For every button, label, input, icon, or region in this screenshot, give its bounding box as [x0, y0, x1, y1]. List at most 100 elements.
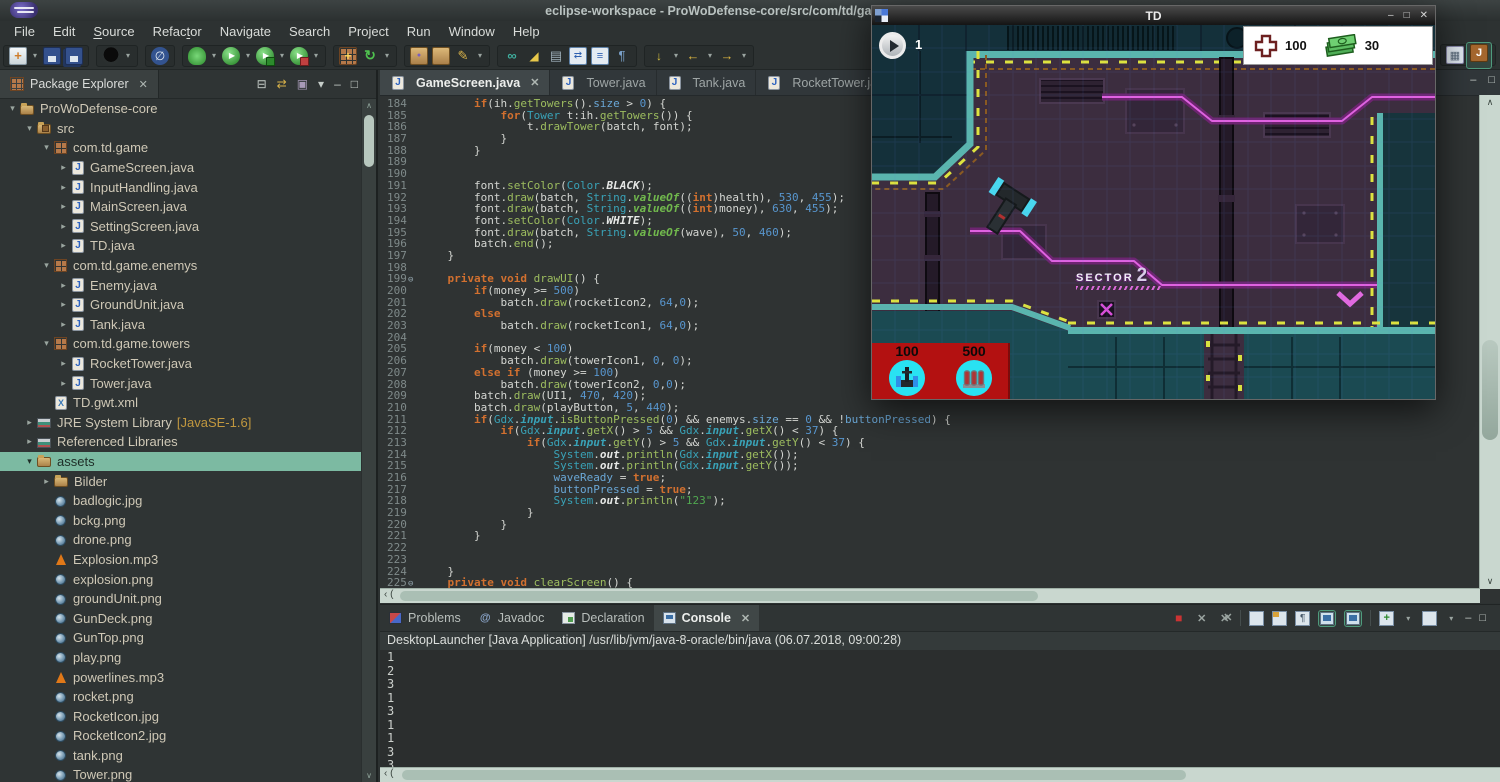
- maximize-icon[interactable]: □: [1479, 612, 1486, 624]
- scrollbar-thumb[interactable]: [364, 115, 374, 167]
- tree-item-assets[interactable]: ▾assets: [0, 452, 362, 472]
- chevron-collapsed-icon[interactable]: ▸: [23, 417, 36, 428]
- chevron-expanded-icon[interactable]: ▾: [40, 338, 53, 349]
- tree-item-rockettower-java[interactable]: ▸RocketTower.java: [0, 354, 362, 374]
- tree-item-tower-png[interactable]: Tower.png: [0, 765, 362, 782]
- tree-item-play-png[interactable]: play.png: [0, 648, 362, 668]
- terminate-button[interactable]: [1171, 611, 1186, 626]
- menu-navigate[interactable]: Navigate: [211, 22, 280, 41]
- chevron-expanded-icon[interactable]: ▾: [40, 260, 53, 271]
- chevron-collapsed-icon[interactable]: ▸: [57, 240, 70, 251]
- scroll-left-icon[interactable]: ‹ (: [384, 768, 393, 779]
- coverage-button[interactable]: [361, 47, 379, 65]
- dropdown-arrow-icon[interactable]: ▾: [31, 51, 39, 60]
- tab-gamescreen-java[interactable]: GameScreen.java✕: [380, 70, 550, 95]
- game-play-button[interactable]: [879, 32, 906, 59]
- tree-item-bckg-png[interactable]: bckg.png: [0, 510, 362, 530]
- word-wrap-button[interactable]: [1295, 611, 1310, 626]
- menu-window[interactable]: Window: [440, 22, 504, 41]
- profile-button[interactable]: [290, 47, 308, 65]
- shop-item-rocket-tower[interactable]: 500: [942, 343, 1006, 399]
- chevron-collapsed-icon[interactable]: ▸: [57, 358, 70, 369]
- tab-package-explorer[interactable]: Package Explorer ✕: [0, 70, 159, 98]
- dropdown-arrow-icon[interactable]: ▾: [278, 51, 286, 60]
- tab-tank-java[interactable]: Tank.java: [657, 70, 757, 95]
- chevron-expanded-icon[interactable]: ▾: [6, 103, 19, 114]
- tree-item-tank-java[interactable]: ▸Tank.java: [0, 315, 362, 335]
- close-icon[interactable]: ✕: [530, 76, 539, 89]
- dropdown-arrow-icon[interactable]: ▾: [740, 51, 748, 60]
- close-icon[interactable]: ✕: [139, 78, 148, 91]
- menu-source[interactable]: Source: [84, 22, 143, 41]
- menu-project[interactable]: Project: [339, 22, 397, 41]
- sidebar-scrollbar[interactable]: ∧ ∨: [361, 99, 376, 782]
- gun-tower-icon[interactable]: [889, 360, 925, 396]
- scrollbar-thumb[interactable]: [1482, 340, 1498, 440]
- dropdown-arrow-icon[interactable]: ▾: [383, 51, 391, 60]
- editor-hscrollbar[interactable]: ‹ (: [380, 588, 1480, 603]
- back-button[interactable]: [684, 47, 702, 65]
- dropdown-arrow-icon[interactable]: ▾: [476, 51, 484, 60]
- annotate-button[interactable]: [454, 47, 472, 65]
- chevron-collapsed-icon[interactable]: ▸: [57, 378, 70, 389]
- remove-launch-button[interactable]: [1194, 611, 1209, 626]
- chevron-collapsed-icon[interactable]: ▸: [23, 436, 36, 447]
- chevron-collapsed-icon[interactable]: ▸: [57, 299, 70, 310]
- tree-item-explosion-png[interactable]: explosion.png: [0, 569, 362, 589]
- view-menu-icon[interactable]: ▣: [297, 77, 308, 91]
- menu-refactor[interactable]: Refactor: [144, 22, 211, 41]
- link-with-editor-icon[interactable]: ⇄: [277, 77, 287, 91]
- open-type-button[interactable]: [410, 47, 428, 65]
- tab-console[interactable]: Console✕: [654, 605, 760, 631]
- chevron-down-icon[interactable]: ▾: [318, 77, 324, 91]
- maximize-icon[interactable]: □: [1404, 10, 1410, 21]
- console-hscrollbar[interactable]: ‹ (: [380, 767, 1500, 782]
- dropdown-arrow-icon[interactable]: ▾: [706, 51, 714, 60]
- scroll-down-icon[interactable]: ∨: [1480, 576, 1500, 587]
- menu-file[interactable]: File: [5, 22, 44, 41]
- tree-item-powerlines-mp3[interactable]: powerlines.mp3: [0, 667, 362, 687]
- save-all-button[interactable]: [65, 47, 83, 65]
- compare-button[interactable]: [547, 47, 565, 65]
- run-button[interactable]: [222, 47, 240, 65]
- tree-item-badlogic-jpg[interactable]: badlogic.jpg: [0, 491, 362, 511]
- tab-javadoc[interactable]: Javadoc: [470, 605, 554, 631]
- editor-list-button[interactable]: [591, 47, 609, 65]
- collapse-all-icon[interactable]: ⊟: [257, 77, 267, 91]
- tree-item-tank-png[interactable]: tank.png: [0, 746, 362, 766]
- minimize-icon[interactable]: –: [1470, 74, 1476, 86]
- new-wizard-button[interactable]: [9, 47, 27, 65]
- tree-item-referenced-libraries[interactable]: ▸Referenced Libraries: [0, 432, 362, 452]
- new-java-project-button[interactable]: [339, 47, 357, 65]
- tree-item-rocketicon2-jpg[interactable]: RocketIcon2.jpg: [0, 726, 362, 746]
- save-button[interactable]: [43, 47, 61, 65]
- chevron-expanded-icon[interactable]: ▾: [23, 456, 36, 467]
- skip-breakpoints-button[interactable]: [151, 47, 169, 65]
- maximize-icon[interactable]: □: [351, 77, 358, 91]
- next-editor-button[interactable]: [569, 47, 587, 65]
- tree-item-groundunit-png[interactable]: groundUnit.png: [0, 589, 362, 609]
- dropdown-arrow-icon[interactable]: ▾: [1404, 614, 1412, 623]
- minimize-icon[interactable]: –: [1465, 612, 1471, 624]
- dropdown-arrow-icon[interactable]: ▾: [244, 51, 252, 60]
- chevron-collapsed-icon[interactable]: ▸: [57, 280, 70, 291]
- tree-item-gamescreen-java[interactable]: ▸GameScreen.java: [0, 158, 362, 178]
- dropdown-arrow-icon[interactable]: ▾: [672, 51, 680, 60]
- tab-declaration[interactable]: Declaration: [553, 605, 653, 631]
- chevron-collapsed-icon[interactable]: ▸: [57, 162, 70, 173]
- menu-help[interactable]: Help: [504, 22, 549, 41]
- rocket-tower-icon[interactable]: [956, 360, 992, 396]
- console-output[interactable]: 123131133: [380, 650, 1500, 768]
- tree-item-rocket-png[interactable]: rocket.png: [0, 687, 362, 707]
- tab-problems[interactable]: Problems: [380, 605, 470, 631]
- dropdown-arrow-icon[interactable]: ▾: [1447, 614, 1455, 623]
- tree-item-tower-java[interactable]: ▸Tower.java: [0, 373, 362, 393]
- tree-item-groundunit-java[interactable]: ▸GroundUnit.java: [0, 295, 362, 315]
- tree-item-jre-system-library[interactable]: ▸JRE System Library[JavaSE-1.6]: [0, 413, 362, 433]
- menu-run[interactable]: Run: [398, 22, 440, 41]
- dropdown-arrow-icon[interactable]: ▾: [210, 51, 218, 60]
- maximize-icon[interactable]: □: [1488, 74, 1495, 86]
- tree-item-drone-png[interactable]: drone.png: [0, 530, 362, 550]
- shop-item-gun-tower[interactable]: 100: [875, 343, 939, 399]
- chevron-collapsed-icon[interactable]: ▸: [57, 221, 70, 232]
